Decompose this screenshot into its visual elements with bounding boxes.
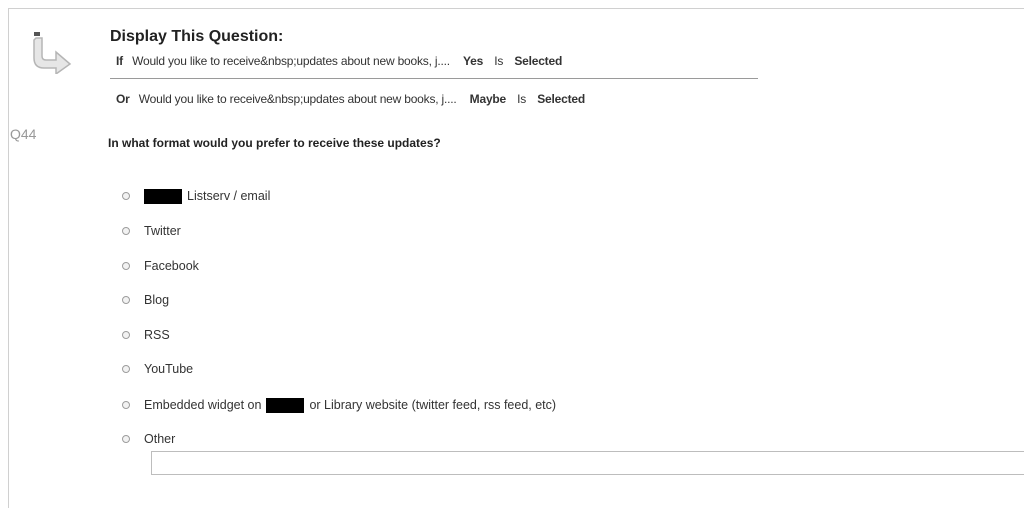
question-number: Q44: [10, 126, 37, 142]
choice-label: Embedded widget on: [144, 398, 262, 412]
choice-label: Blog: [144, 293, 170, 307]
logic-keyword: Or: [116, 92, 130, 106]
display-logic-title: Display This Question:: [110, 28, 284, 45]
logic-divider: [110, 78, 758, 79]
choice-label: YouTube: [144, 362, 194, 376]
choice-blog[interactable]: Blog: [122, 290, 169, 310]
choice-youtube[interactable]: YouTube: [122, 359, 193, 379]
choice-facebook[interactable]: Facebook: [122, 256, 199, 276]
choice-label-suffix: or Library website (twitter feed, rss fe…: [309, 398, 557, 412]
logic-condition-or[interactable]: Or Would you like to receive&nbsp;update…: [116, 92, 585, 106]
logic-operator: Is: [517, 92, 527, 106]
logic-value: Yes: [463, 54, 484, 68]
radio-button[interactable]: [122, 401, 130, 409]
choice-label: Listserv / email: [187, 189, 271, 203]
choice-label: Other: [144, 432, 176, 446]
logic-question: Would you like to receive&nbsp;updates a…: [138, 92, 457, 106]
logic-question: Would you like to receive&nbsp;updates a…: [132, 54, 450, 68]
logic-state: Selected: [514, 54, 563, 68]
display-logic-block: Display This Question: If Would you like…: [110, 28, 760, 106]
choice-twitter[interactable]: Twitter: [122, 221, 181, 241]
radio-button[interactable]: [122, 227, 130, 235]
choice-rss[interactable]: RSS: [122, 325, 170, 345]
radio-button[interactable]: [122, 435, 130, 443]
question-text: In what format would you prefer to recei…: [108, 136, 441, 150]
choice-label: Facebook: [144, 259, 199, 273]
choice-other[interactable]: Other: [122, 429, 175, 449]
logic-condition-if[interactable]: If Would you like to receive&nbsp;update…: [116, 54, 562, 68]
logic-state: Selected: [537, 92, 586, 106]
display-logic-arrow-icon: [33, 32, 72, 74]
redacted-block: [266, 397, 305, 413]
logic-value: Maybe: [469, 92, 507, 106]
radio-button[interactable]: [122, 296, 130, 304]
radio-button[interactable]: [122, 331, 130, 339]
other-text-input[interactable]: [151, 451, 1024, 475]
choice-listserv-email[interactable]: Listserv / email: [122, 186, 270, 206]
radio-button[interactable]: [122, 365, 130, 373]
logic-operator: Is: [494, 54, 504, 68]
choice-label: RSS: [144, 328, 170, 342]
radio-button[interactable]: [122, 262, 130, 270]
choice-embedded-widget[interactable]: Embedded widget on or Library website (t…: [122, 395, 556, 415]
radio-button[interactable]: [122, 192, 130, 200]
logic-keyword: If: [116, 54, 123, 68]
redacted-block: [144, 188, 182, 204]
choice-label: Twitter: [144, 224, 181, 238]
